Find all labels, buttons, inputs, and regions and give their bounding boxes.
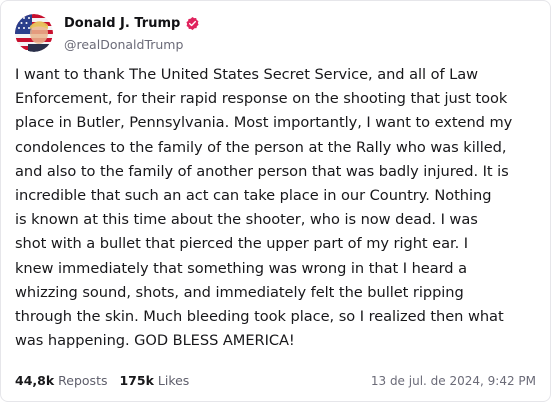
post-text-line: shot with a bullet that pierced the uppe…: [15, 235, 469, 253]
post-text-line: is known at this time about the shooter,…: [15, 211, 478, 229]
verified-badge-icon: [185, 16, 200, 31]
post-text-line: through the skin. Much bleeding took pla…: [15, 308, 504, 326]
avatar-image: [15, 14, 53, 52]
likes-stat[interactable]: 175k Likes: [119, 373, 189, 388]
post-text-line: whizzing sound, shots, and immediately f…: [15, 283, 464, 301]
post-footer: 44,8k Reposts 175k Likes 13 de jul. de 2…: [15, 373, 536, 388]
post-header: Donald J. Trump @realDonaldTrump: [15, 14, 200, 52]
post-text-line: incredible that such an act can take pla…: [15, 187, 492, 205]
post-text-line: knew immediately that something was wron…: [15, 259, 467, 277]
post-text-line: I want to thank The United States Secret…: [15, 66, 479, 83]
post-text: I want to thank The United States Secret…: [15, 63, 543, 353]
reposts-label: Reposts: [58, 373, 108, 388]
likes-count: 175k: [119, 373, 154, 388]
author-handle[interactable]: @realDonaldTrump: [64, 37, 200, 52]
reposts-count: 44,8k: [15, 373, 55, 388]
post-text-line: place in Butler, Pennsylvania. Most impo…: [15, 114, 513, 132]
post-text-line: and also to the family of another person…: [15, 162, 509, 180]
post-text-line: condolences to the family of the person …: [15, 138, 507, 156]
post-timestamp[interactable]: 13 de jul. de 2024, 9:42 PM: [371, 374, 536, 388]
display-name[interactable]: Donald J. Trump: [64, 16, 180, 31]
reposts-stat[interactable]: 44,8k Reposts: [15, 373, 107, 388]
post-text-line: Enforcement, for their rapid response on…: [15, 90, 508, 108]
author-name-row: Donald J. Trump: [64, 15, 200, 33]
author-names: Donald J. Trump @realDonaldTrump: [64, 15, 200, 52]
avatar[interactable]: [15, 14, 53, 52]
likes-label: Likes: [157, 373, 190, 388]
post-text-line: was happening. GOD BLESS AMERICA!: [15, 332, 295, 350]
post-card: Donald J. Trump @realDonaldTrump I want …: [0, 0, 551, 402]
